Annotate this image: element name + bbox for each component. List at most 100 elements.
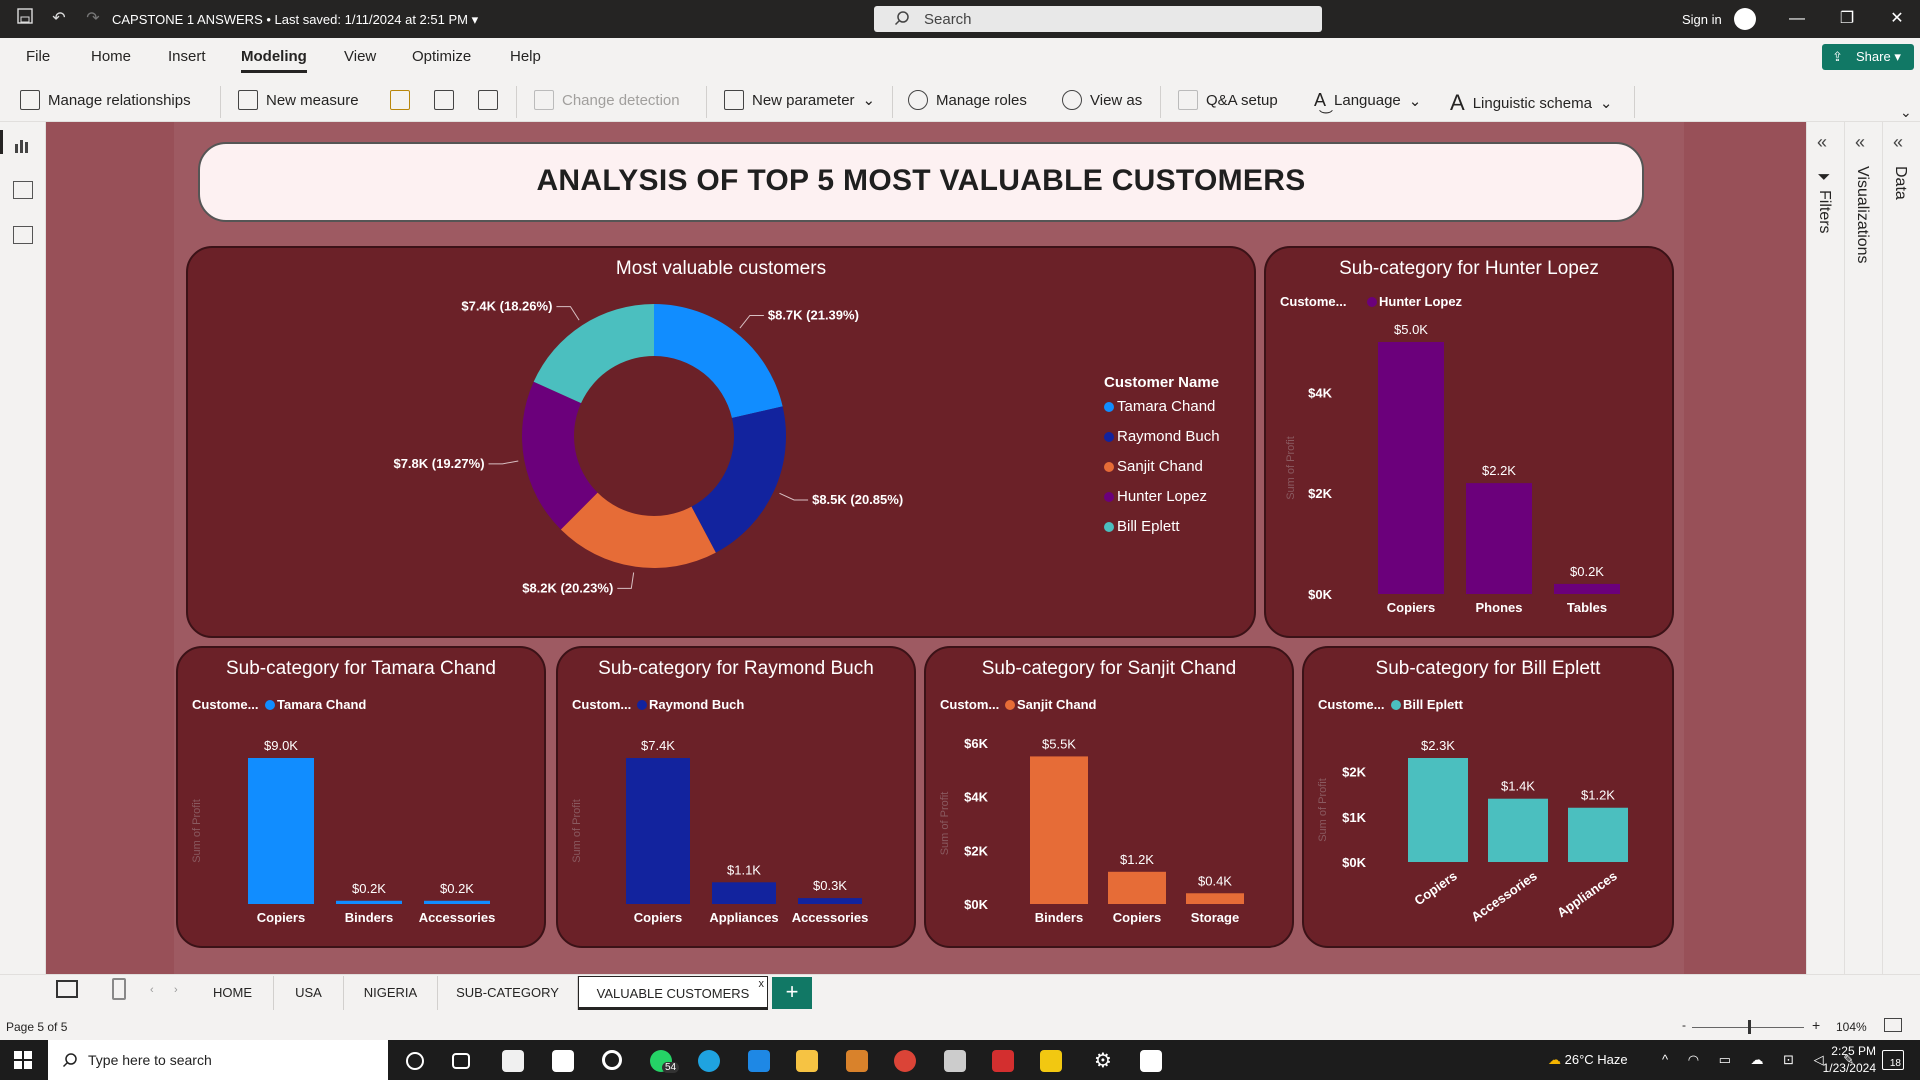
windows-start-icon[interactable] [14, 1051, 32, 1074]
legend-item-0[interactable]: Tamara Chand [1104, 398, 1215, 415]
zoom-slider-thumb[interactable] [1748, 1020, 1751, 1034]
menu-file[interactable]: File [26, 48, 50, 65]
bar-2[interactable] [424, 900, 490, 904]
weather-widget[interactable]: ☁ 26°C Haze [1548, 1052, 1628, 1068]
bar-2[interactable] [1554, 583, 1620, 594]
bar-1[interactable] [712, 882, 776, 904]
qa-setup-button[interactable]: Q&A setup [1178, 90, 1278, 110]
donut-chart[interactable]: $8.7K (21.39%) $8.5K (20.85%) $8.2K (20.23… [188, 248, 1258, 640]
cortana-icon[interactable] [406, 1052, 424, 1070]
search-input[interactable]: Search [874, 6, 1322, 32]
tools-icon[interactable] [846, 1050, 868, 1072]
donut-slice-0[interactable] [654, 304, 783, 419]
report-view-icon[interactable] [13, 136, 33, 154]
tab-valuable-customers[interactable]: VALUABLE CUSTOMERS x [578, 976, 768, 1010]
linguistic-schema-button[interactable]: A Linguistic schema ⌄ [1450, 90, 1613, 116]
sanjit-chand-bar-chart[interactable]: Custom... Sanjit Chand Sum of Profit $0K $2K… [926, 648, 1296, 950]
tamara-chand-card[interactable]: Sub-category for Tamara Chand Custome...… [176, 646, 546, 948]
bar-1[interactable] [1108, 871, 1166, 904]
bar-0[interactable] [1030, 756, 1088, 904]
data-pane[interactable]: « Data [1882, 122, 1920, 974]
edge-icon[interactable] [698, 1050, 720, 1072]
tab-nigeria[interactable]: NIGERIA [344, 976, 438, 1010]
mobile-layout-icon[interactable] [112, 978, 126, 1000]
quick-measure-button[interactable] [390, 90, 410, 110]
taskbar-search-input[interactable]: Type here to search [48, 1040, 388, 1080]
mail-icon[interactable] [552, 1050, 574, 1072]
close-tab-icon[interactable]: x [759, 967, 765, 1001]
menu-insert[interactable]: Insert [168, 48, 206, 65]
document-title[interactable]: CAPSTONE 1 ANSWERS • Last saved: 1/11/20… [112, 12, 478, 28]
close-icon[interactable]: ✕ [1882, 8, 1912, 30]
legend-item-1[interactable]: Raymond Buch [1104, 428, 1220, 445]
manage-roles-button[interactable]: Manage roles [908, 90, 1027, 110]
file-explorer-icon[interactable] [796, 1050, 818, 1072]
raymond-buch-bar-chart[interactable]: Custom... Raymond Buch Sum of Profit $7.4K C… [558, 648, 918, 950]
bar-0[interactable] [1378, 342, 1444, 594]
vscode-icon[interactable] [748, 1050, 770, 1072]
visualizations-pane[interactable]: « Visualizations [1844, 122, 1882, 974]
printer-icon[interactable] [944, 1050, 966, 1072]
sign-in-link[interactable]: Sign in [1682, 12, 1722, 27]
new-parameter-button[interactable]: New parameter ⌄ [724, 90, 875, 110]
notification-icon[interactable]: 18 [1882, 1050, 1904, 1070]
clock-time[interactable]: 2:25 PM [1816, 1044, 1876, 1058]
tab-home[interactable]: HOME [192, 976, 274, 1010]
view-as-button[interactable]: View as [1062, 90, 1142, 110]
scroll-left-icon[interactable]: ‹ [150, 984, 154, 996]
legend-item-4[interactable]: Bill Eplett [1104, 518, 1180, 535]
collapse-visualizations-icon[interactable]: « [1855, 132, 1865, 153]
menu-view[interactable]: View [344, 48, 376, 65]
redo-icon[interactable]: ↷ [82, 8, 104, 30]
hunter-lopez-bar-chart[interactable]: Custome... Hunter Lopez Sum of Profit $0K $2… [1266, 248, 1676, 640]
scroll-right-icon[interactable]: › [174, 984, 178, 996]
task-view-icon[interactable] [452, 1053, 470, 1069]
collapse-filters-icon[interactable]: « [1817, 132, 1827, 153]
7zip-icon[interactable] [1140, 1050, 1162, 1072]
sanjit-chand-card[interactable]: Sub-category for Sanjit Chand Custom... S… [924, 646, 1294, 948]
settings-icon[interactable]: ⚙ [1092, 1050, 1114, 1072]
tab-sub-category[interactable]: SUB-CATEGORY [438, 976, 578, 1010]
collapse-data-icon[interactable]: « [1893, 132, 1903, 153]
legend-item-3[interactable]: Hunter Lopez [1104, 488, 1207, 505]
desktop-layout-icon[interactable] [56, 980, 78, 998]
bar-0[interactable] [1408, 758, 1468, 862]
bar-1[interactable] [1466, 483, 1532, 594]
new-table-button[interactable] [478, 90, 498, 110]
new-measure-button[interactable]: New measure [238, 90, 359, 110]
donut-slice-4[interactable] [533, 304, 654, 404]
table-view-icon[interactable] [13, 181, 33, 199]
new-column-button[interactable] [434, 90, 454, 110]
bar-2[interactable] [1186, 893, 1244, 904]
media-icon[interactable] [602, 1050, 622, 1070]
legend-item-2[interactable]: Sanjit Chand [1104, 458, 1203, 475]
hunter-lopez-card[interactable]: Sub-category for Hunter Lopez Custome...… [1264, 246, 1674, 638]
fit-to-page-icon[interactable] [1884, 1018, 1902, 1032]
bar-2[interactable] [798, 898, 862, 904]
donut-slice-1[interactable] [691, 406, 786, 553]
menu-optimize[interactable]: Optimize [412, 48, 471, 65]
bill-eplett-bar-chart[interactable]: Custome... Bill Eplett Sum of Profit $0K $1K… [1304, 648, 1676, 950]
change-detection-button[interactable]: Change detection [534, 90, 680, 110]
zoom-out-icon[interactable]: - [1682, 1018, 1686, 1032]
save-icon[interactable] [14, 8, 36, 30]
pdf-icon[interactable] [992, 1050, 1014, 1072]
bill-eplett-card[interactable]: Sub-category for Bill Eplett Custome... B… [1302, 646, 1674, 948]
avatar-icon[interactable] [1734, 8, 1756, 30]
manage-relationships-button[interactable]: Manage relationships [20, 90, 191, 110]
bar-0[interactable] [626, 758, 690, 904]
menu-modeling[interactable]: Modeling [241, 48, 307, 73]
tab-usa[interactable]: USA [274, 976, 344, 1010]
model-view-icon[interactable] [13, 226, 33, 244]
add-page-button[interactable]: + [772, 977, 812, 1009]
menu-home[interactable]: Home [91, 48, 131, 65]
tamara-chand-bar-chart[interactable]: Custome... Tamara Chand Sum of Profit $9.0K… [178, 648, 548, 950]
bar-1[interactable] [336, 900, 402, 904]
bar-0[interactable] [248, 758, 314, 904]
power-bi-icon[interactable] [1040, 1050, 1062, 1072]
collapse-ribbon-icon[interactable]: ⌄ [1900, 104, 1912, 121]
restore-icon[interactable]: ❐ [1832, 8, 1862, 30]
zoom-in-icon[interactable]: + [1812, 1017, 1820, 1033]
chrome-icon[interactable] [894, 1050, 916, 1072]
filters-pane[interactable]: « ⏷ Filters [1806, 122, 1844, 974]
